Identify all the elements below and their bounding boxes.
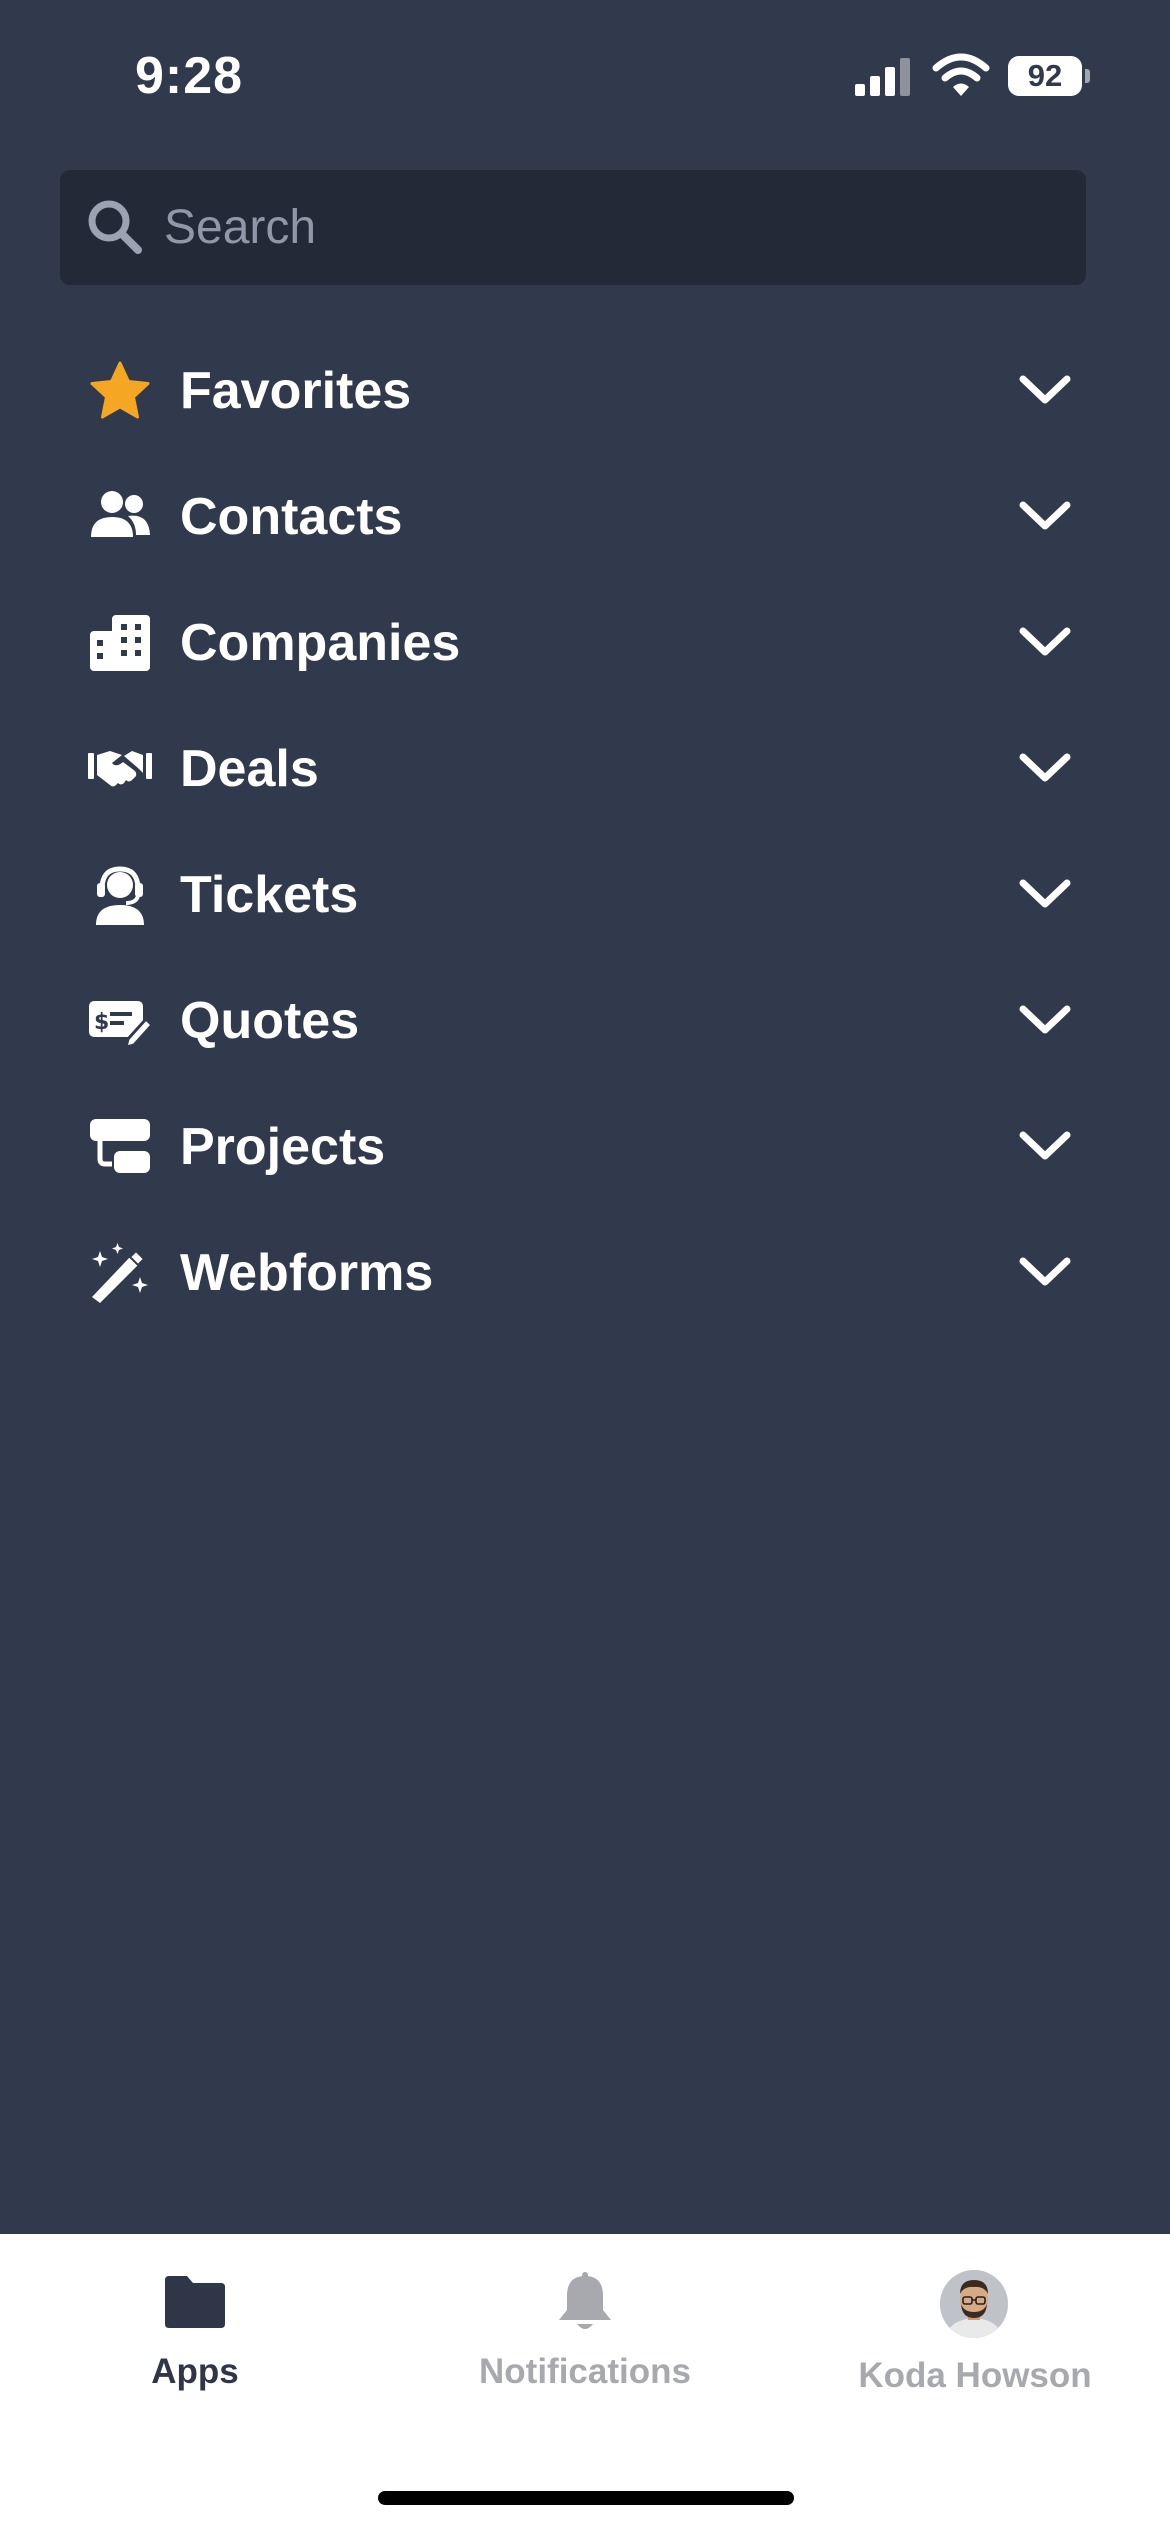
building-icon <box>90 615 150 671</box>
menu-item-webforms[interactable]: Webforms <box>0 1212 1170 1338</box>
menu-item-quotes[interactable]: $ Quotes <box>0 960 1170 1086</box>
menu-item-label: Companies <box>180 614 461 672</box>
handshake-icon <box>88 751 152 787</box>
menu-item-tickets[interactable]: Tickets <box>0 834 1170 960</box>
chevron-down-icon <box>1019 375 1071 404</box>
tab-profile-label: Koda Howson <box>858 2356 1092 2395</box>
home-indicator[interactable] <box>378 2491 794 2505</box>
tab-bar: Apps Notifications Koda Howson <box>0 2234 1170 2532</box>
avatar <box>940 2270 1008 2338</box>
chevron-down-icon <box>1019 1131 1071 1160</box>
chevron-down-icon <box>1019 501 1071 530</box>
search-bar[interactable] <box>60 170 1086 285</box>
search-icon <box>88 200 142 254</box>
menu-item-contacts[interactable]: Contacts <box>0 456 1170 582</box>
status-time: 9:28 <box>135 47 244 105</box>
cellular-signal-icon <box>855 58 910 96</box>
menu-item-label: Contacts <box>180 488 403 546</box>
people-icon <box>91 491 150 537</box>
projects-icon <box>90 1119 150 1173</box>
tab-apps-label: Apps <box>151 2352 239 2391</box>
star-icon <box>90 361 150 419</box>
menu-item-label: Tickets <box>180 866 359 924</box>
avatar-image <box>940 2270 1008 2338</box>
chevron-down-icon <box>1019 1005 1071 1034</box>
status-bar: 9:28 92 <box>0 0 1170 150</box>
chevron-down-icon <box>1019 879 1071 908</box>
menu-item-favorites[interactable]: Favorites <box>0 330 1170 456</box>
menu-item-projects[interactable]: Projects <box>0 1086 1170 1212</box>
tab-profile[interactable]: Koda Howson <box>780 2234 1170 2434</box>
battery-indicator: 92 <box>1008 56 1090 96</box>
quote-icon: $ <box>89 1001 152 1050</box>
tab-apps[interactable]: Apps <box>0 2234 390 2434</box>
chevron-down-icon <box>1019 753 1071 782</box>
bell-icon <box>559 2272 611 2329</box>
tab-notifications[interactable]: Notifications <box>390 2234 780 2434</box>
wifi-icon <box>932 53 990 96</box>
svg-text:$: $ <box>94 1010 109 1035</box>
search-input[interactable] <box>164 170 1064 285</box>
app-menu: Favorites Contacts Companies Deals Ticke… <box>0 330 1170 1338</box>
headset-icon <box>96 866 144 925</box>
tab-notifications-label: Notifications <box>479 2352 691 2391</box>
menu-item-label: Favorites <box>180 362 412 420</box>
magic-wand-icon <box>92 1243 148 1303</box>
battery-level: 92 <box>1008 56 1082 96</box>
menu-item-label: Webforms <box>180 1244 434 1302</box>
menu-item-deals[interactable]: Deals <box>0 708 1170 834</box>
folder-icon <box>165 2276 225 2328</box>
menu-item-label: Deals <box>180 740 319 798</box>
menu-item-label: Projects <box>180 1118 386 1176</box>
chevron-down-icon <box>1019 1257 1071 1286</box>
chevron-down-icon <box>1019 627 1071 656</box>
battery-cap <box>1085 69 1090 83</box>
menu-item-label: Quotes <box>180 992 360 1050</box>
menu-item-companies[interactable]: Companies <box>0 582 1170 708</box>
